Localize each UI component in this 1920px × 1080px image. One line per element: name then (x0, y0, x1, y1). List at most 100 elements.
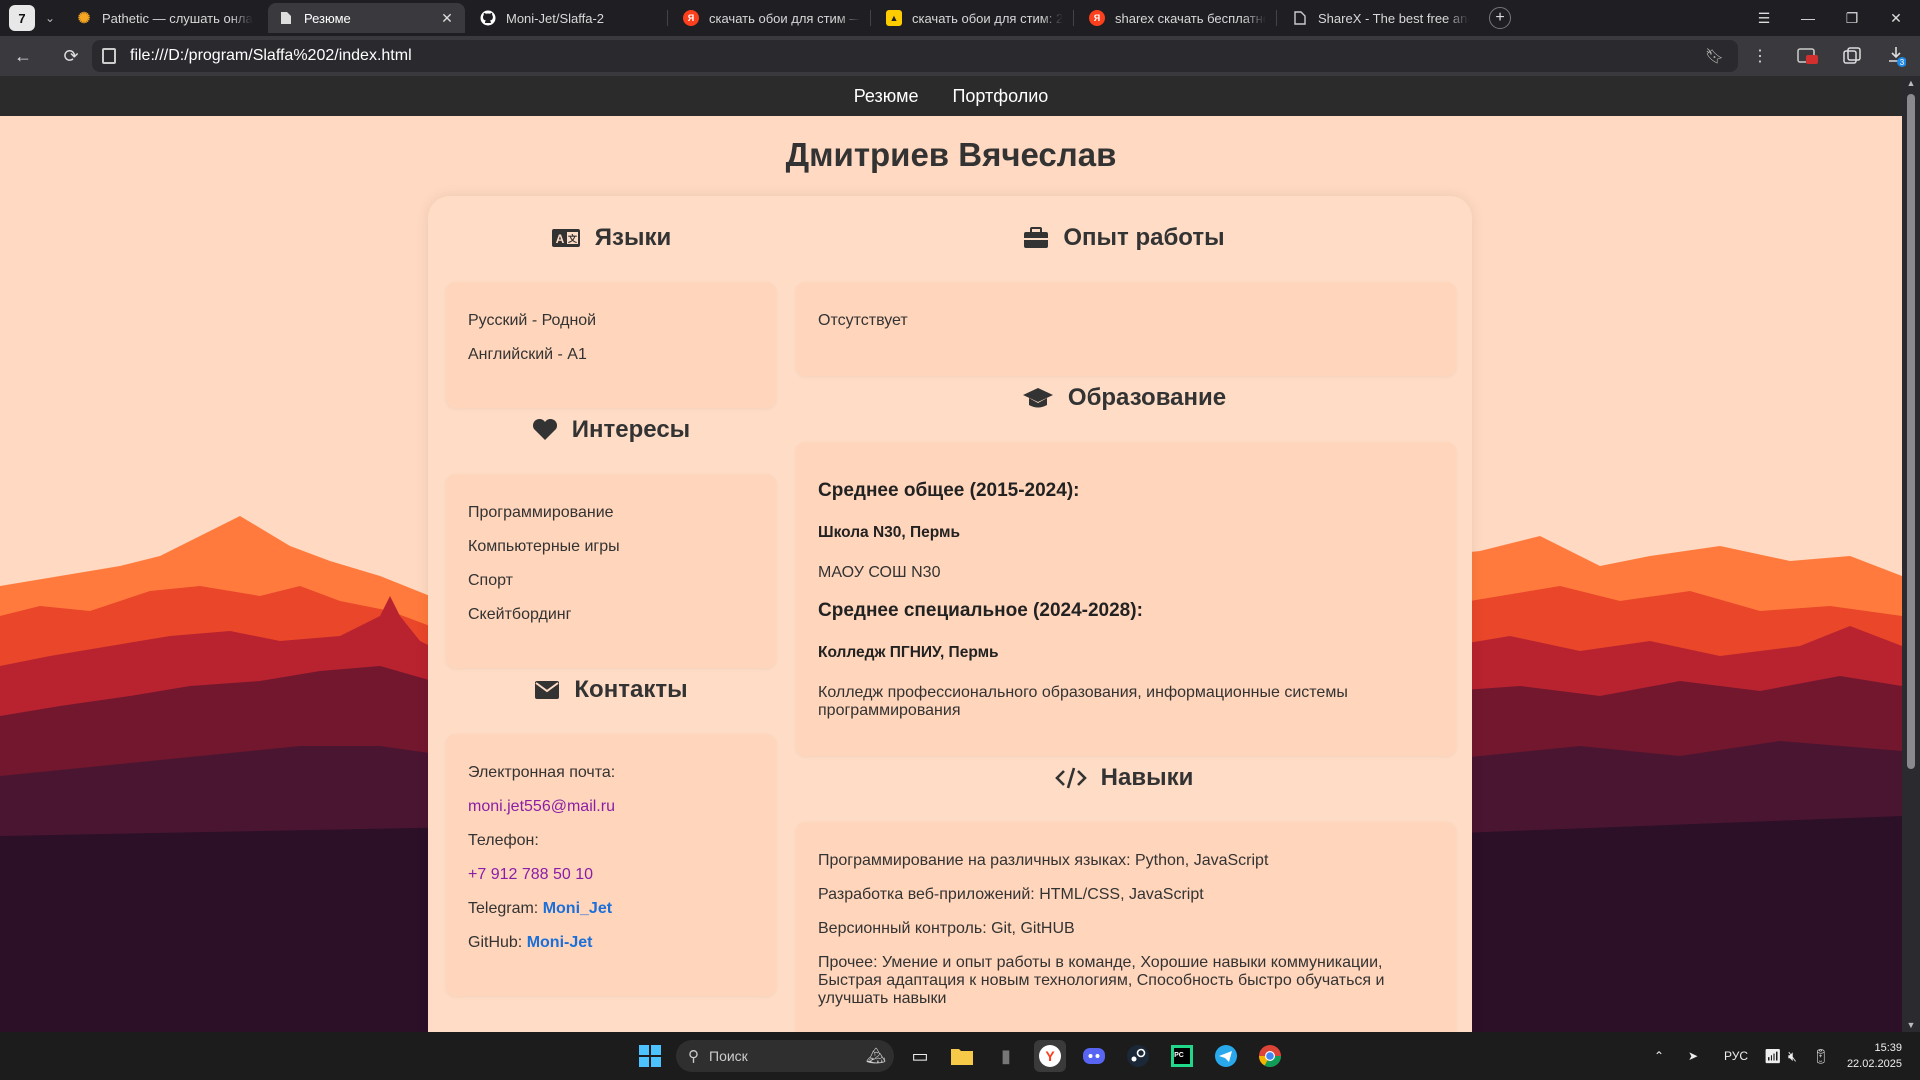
yandex-icon: Я (683, 10, 699, 26)
menu-icon[interactable]: ☰ (1742, 0, 1786, 36)
pycharm-icon[interactable]: PC (1166, 1040, 1198, 1072)
close-window-icon[interactable]: ✕ (1874, 0, 1918, 36)
collections-icon[interactable] (1836, 40, 1868, 72)
experience-text: Отсутствует (818, 312, 908, 329)
experience-title: Опыт работы (1063, 224, 1225, 251)
interests-heading: Интересы (446, 416, 776, 444)
github-link[interactable]: Moni-Jet (527, 934, 593, 951)
tab-title: скачать обои для стим: 2 (912, 10, 1063, 26)
education-desc-1: МАОУ СОШ N30 (818, 564, 941, 581)
location-icon[interactable]: ➤ (1688, 1032, 1698, 1080)
education-heading-2: Среднее специальное (2024-2028): (818, 600, 1143, 621)
tab-yandex-images[interactable]: ▲ скачать обои для стим: 2 (876, 3, 1073, 33)
tab-sharex[interactable]: ShareX - The best free and (1282, 3, 1479, 33)
downloads-badge: 3 (1900, 58, 1905, 67)
input-language[interactable]: РУС (1724, 1032, 1748, 1080)
tab-title: Moni-Jet/Slaffa-2 (506, 10, 605, 26)
experience-box: Отсутствует (796, 282, 1456, 376)
phone-link[interactable]: +7 912 788 50 10 (468, 866, 593, 883)
list-item: Разработка веб-приложений: HTML/CSS, Jav… (818, 886, 1204, 903)
tab-pathetic[interactable]: ✺ Pathetic — слушать онлайн (66, 3, 263, 33)
taskbar-search[interactable]: ⚲ Поиск 🏔︎ (676, 1040, 894, 1072)
telegram-link[interactable]: Moni_Jet (543, 900, 612, 917)
code-icon (1054, 767, 1087, 789)
taskbar: ⚲ Поиск 🏔︎ ▭ ▮ Y PC ⌃ ➤ РУС 📶︎ 🔇︎ 🔋︎ 15:… (0, 1032, 1920, 1080)
education-school-1: Школа N30, Пермь (818, 524, 961, 541)
clock[interactable]: 15:39 22.02.2025 (1842, 1032, 1902, 1080)
resume-card: A文 Языки Русский - Родной Английский - A… (428, 196, 1472, 1032)
svg-text:PC: PC (1174, 1052, 1184, 1059)
skills-title: Навыки (1100, 764, 1194, 791)
tab-separator (870, 10, 871, 26)
list-item: Программирование (468, 504, 614, 521)
tab-sharex-download[interactable]: Я sharex скачать бесплатно (1079, 3, 1276, 33)
scrollbar-thumb[interactable] (1907, 94, 1915, 769)
tab-github[interactable]: Moni-Jet/Slaffa-2 (470, 3, 667, 33)
new-tab-button[interactable]: + (1489, 7, 1511, 29)
contacts-title: Контакты (574, 676, 688, 703)
contacts-heading: Контакты (446, 676, 776, 704)
tab-separator (1073, 10, 1074, 26)
nav-link-resume[interactable]: Резюме (854, 86, 919, 107)
volume-muted-icon[interactable]: 🔇︎ (1788, 1032, 1797, 1080)
address-bar[interactable]: file:///D:/program/Slaffa%202/index.html… (92, 40, 1738, 72)
windows-start-icon[interactable] (634, 1040, 666, 1072)
tab-counter-button[interactable]: 7 (9, 5, 35, 31)
site-navbar: Резюме Портфолио (0, 76, 1902, 116)
url-text[interactable]: file:///D:/program/Slaffa%202/index.html (130, 47, 412, 65)
downloads-icon[interactable]: 3 (1880, 40, 1912, 72)
skills-heading: Навыки (792, 764, 1456, 792)
graduation-cap-icon (1022, 388, 1053, 408)
back-arrow-icon[interactable]: ← (6, 39, 40, 73)
education-title: Образование (1067, 384, 1227, 411)
list-item: Компьютерные игры (468, 538, 620, 555)
task-view-icon[interactable]: ▭ (904, 1040, 936, 1072)
images-icon: ▲ (886, 10, 902, 26)
tab-resume[interactable]: Резюме ✕ (268, 3, 465, 33)
search-highlight-icon: 🏔︎ (865, 1048, 886, 1065)
reload-icon[interactable]: ⟳ (54, 39, 88, 73)
education-box: Среднее общее (2015-2024): Школа N30, Пе… (796, 442, 1456, 756)
experience-heading: Опыт работы (792, 224, 1456, 252)
sun-icon: ✺ (77, 10, 91, 27)
briefcase-icon (1024, 227, 1049, 248)
restore-icon[interactable]: ❐ (1830, 0, 1874, 36)
close-tab-icon[interactable]: ✕ (439, 10, 455, 27)
svg-text:Y: Y (1045, 1048, 1055, 1064)
education-desc-2: Колледж профессионального образования, и… (818, 684, 1348, 719)
address-row: ← ⟳ file:///D:/program/Slaffa%202/index.… (0, 36, 1920, 76)
file-explorer-icon[interactable] (946, 1040, 978, 1072)
tab-title: sharex скачать бесплатно (1115, 10, 1266, 26)
minimize-icon[interactable]: — (1786, 0, 1830, 36)
email-link[interactable]: moni.jet556@mail.ru (468, 798, 615, 815)
languages-box: Русский - Родной Английский - A1 (446, 282, 776, 408)
list-item: Спорт (468, 572, 513, 589)
search-icon: ⚲ (688, 1048, 699, 1065)
page-scrollbar[interactable]: ▲ ▼ (1902, 76, 1920, 1032)
tab-title: Pathetic — слушать онлайн (102, 10, 253, 26)
page-viewport: Резюме Портфолио Дмитриев Вячеслав A文 Яз… (0, 76, 1902, 1032)
app-icon[interactable]: ▮ (990, 1040, 1022, 1072)
tray-overflow-icon[interactable]: ⌃ (1654, 1032, 1664, 1080)
scroll-up-icon[interactable]: ▲ (1902, 78, 1920, 88)
more-options-icon[interactable]: ⋮ (1744, 40, 1776, 72)
adblock-extension-icon[interactable] (1792, 40, 1824, 72)
language-icon: A文 (551, 229, 580, 247)
education-heading: Образование (792, 384, 1456, 412)
contacts-box: Электронная почта: moni.jet556@mail.ru Т… (446, 734, 776, 996)
search-placeholder: Поиск (709, 1048, 748, 1064)
tab-list-chevron-icon[interactable]: ⌄ (39, 11, 61, 25)
wifi-icon[interactable]: 📶︎ (1764, 1032, 1782, 1080)
telegram-icon[interactable] (1210, 1040, 1242, 1072)
phone-label: Телефон: (468, 832, 539, 849)
chrome-icon[interactable] (1254, 1040, 1286, 1072)
nav-link-portfolio[interactable]: Портфолио (952, 86, 1048, 107)
battery-icon[interactable]: 🔋︎ (1812, 1032, 1830, 1080)
discord-icon[interactable] (1078, 1040, 1110, 1072)
tab-yandex-wallpapers[interactable]: Я скачать обои для стим — (673, 3, 870, 33)
scroll-down-icon[interactable]: ▼ (1902, 1020, 1920, 1030)
steam-icon[interactable] (1122, 1040, 1154, 1072)
tab-title: скачать обои для стим — (709, 10, 860, 26)
yandex-browser-icon[interactable]: Y (1034, 1040, 1066, 1072)
bookmark-icon[interactable]: 🔖︎ (1705, 47, 1724, 65)
